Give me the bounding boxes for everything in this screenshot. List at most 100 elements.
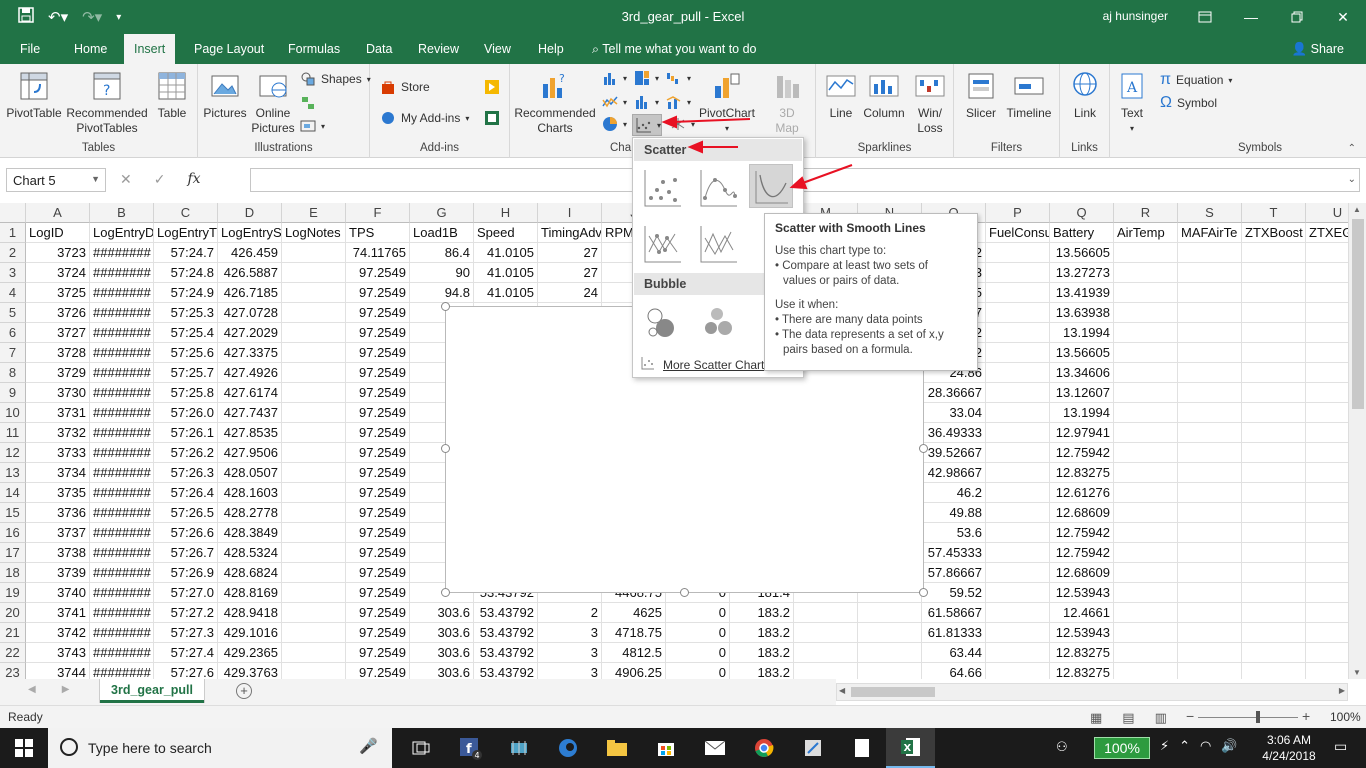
table-cell[interactable] — [794, 663, 858, 679]
table-cell[interactable] — [1242, 643, 1306, 663]
table-cell[interactable] — [1306, 603, 1348, 623]
table-cell[interactable] — [1242, 263, 1306, 283]
table-cell[interactable]: 12.75942 — [1050, 543, 1114, 563]
undo-icon[interactable]: ↶▾ — [48, 8, 68, 26]
scroll-left-icon[interactable]: ◀ — [839, 686, 845, 695]
table-cell[interactable]: 426.5887 — [218, 263, 282, 283]
save-icon[interactable] — [18, 7, 34, 27]
table-cell[interactable] — [1114, 283, 1178, 303]
table-cell[interactable] — [1114, 383, 1178, 403]
scatter-straight-lines-option[interactable] — [697, 222, 741, 266]
table-cell[interactable]: 61.58667 — [922, 603, 986, 623]
sparkline-column-button[interactable]: Column — [862, 70, 906, 121]
table-cell[interactable] — [282, 643, 346, 663]
table-cell[interactable]: 12.53943 — [1050, 583, 1114, 603]
collapse-ribbon-icon[interactable]: ⌃ — [1348, 143, 1356, 154]
column-header[interactable]: R — [1114, 203, 1178, 223]
table-cell[interactable] — [1306, 583, 1348, 603]
row-header[interactable]: 11 — [0, 423, 26, 443]
pictures-button[interactable]: Pictures — [202, 70, 248, 121]
name-box[interactable]: Chart 5 ▼ — [6, 168, 106, 192]
table-cell[interactable] — [1242, 283, 1306, 303]
table-cell[interactable]: 57:24.9 — [154, 283, 218, 303]
table-cell[interactable]: 12.53943 — [1050, 623, 1114, 643]
table-cell[interactable]: ######## — [90, 343, 154, 363]
user-name[interactable]: aj hunsinger — [1103, 9, 1168, 23]
table-cell[interactable]: 97.2549 — [346, 423, 410, 443]
table-cell[interactable] — [1306, 323, 1348, 343]
table-cell[interactable]: 27 — [538, 263, 602, 283]
table-cell[interactable]: 3727 — [26, 323, 90, 343]
table-cell[interactable] — [1114, 343, 1178, 363]
bubble-option[interactable] — [641, 300, 685, 344]
table-cell[interactable] — [986, 583, 1050, 603]
table-cell[interactable] — [1306, 423, 1348, 443]
row-header[interactable]: 3 — [0, 263, 26, 283]
table-cell[interactable] — [1306, 463, 1348, 483]
table-cell[interactable]: 57:26.1 — [154, 423, 218, 443]
table-cell[interactable] — [986, 243, 1050, 263]
table-cell[interactable] — [858, 663, 922, 679]
enter-icon[interactable]: ✓ — [154, 171, 166, 188]
table-cell[interactable] — [986, 483, 1050, 503]
table-cell[interactable] — [1178, 663, 1242, 679]
row-header[interactable]: 19 — [0, 583, 26, 603]
tab-review[interactable]: Review — [408, 34, 469, 64]
hierarchy-chart-button[interactable]: ▾ — [634, 70, 659, 86]
table-cell[interactable] — [1242, 303, 1306, 323]
table-cell[interactable] — [1114, 663, 1178, 679]
table-cell[interactable]: 428.8169 — [218, 583, 282, 603]
table-cell[interactable] — [282, 423, 346, 443]
system-clock[interactable]: 3:06 AM 4/24/2018 — [1254, 732, 1324, 764]
header-cell[interactable]: ZTXEG — [1306, 223, 1348, 243]
table-cell[interactable] — [1242, 603, 1306, 623]
table-cell[interactable]: 97.2549 — [346, 303, 410, 323]
symbol-button[interactable]: Ω Symbol — [1160, 94, 1217, 112]
zoom-slider-knob[interactable] — [1256, 711, 1260, 723]
taskbar-search-box[interactable]: Type here to search 🎤 — [48, 728, 392, 768]
table-cell[interactable] — [1178, 563, 1242, 583]
restore-icon[interactable] — [1274, 0, 1320, 34]
scatter-straight-markers-option[interactable] — [641, 222, 685, 266]
table-cell[interactable]: 57:26.4 — [154, 483, 218, 503]
column-header[interactable]: E — [282, 203, 346, 223]
table-cell[interactable] — [282, 483, 346, 503]
table-cell[interactable]: 97.2549 — [346, 483, 410, 503]
battery-indicator[interactable]: 100% — [1094, 737, 1150, 759]
bing-maps-button[interactable] — [484, 79, 500, 95]
table-cell[interactable]: 3728 — [26, 343, 90, 363]
table-cell[interactable]: 3743 — [26, 643, 90, 663]
table-cell[interactable]: 39.52667 — [922, 443, 986, 463]
row-header[interactable]: 17 — [0, 543, 26, 563]
header-cell[interactable]: TimingAdv — [538, 223, 602, 243]
table-cell[interactable] — [1306, 663, 1348, 679]
sparkline-winloss-button[interactable]: Win/ Loss — [912, 70, 948, 136]
column-header[interactable]: D — [218, 203, 282, 223]
table-cell[interactable]: 12.83275 — [1050, 663, 1114, 679]
surface-chart-button[interactable]: ▾ — [670, 116, 695, 132]
combo-chart-button[interactable]: ▾ — [666, 94, 691, 110]
tab-insert[interactable]: Insert — [124, 34, 176, 64]
table-cell[interactable]: 57:26.5 — [154, 503, 218, 523]
table-cell[interactable] — [1306, 303, 1348, 323]
table-cell[interactable]: ######## — [90, 583, 154, 603]
table-cell[interactable]: ######## — [90, 243, 154, 263]
table-cell[interactable] — [1178, 303, 1242, 323]
table-cell[interactable]: 53.43792 — [474, 643, 538, 663]
row-header[interactable]: 18 — [0, 563, 26, 583]
row-header[interactable]: 12 — [0, 443, 26, 463]
table-cell[interactable] — [282, 443, 346, 463]
table-cell[interactable]: 303.6 — [410, 623, 474, 643]
table-cell[interactable]: 13.56605 — [1050, 343, 1114, 363]
table-cell[interactable] — [1114, 403, 1178, 423]
table-cell[interactable] — [1114, 643, 1178, 663]
table-cell[interactable]: 3 — [538, 643, 602, 663]
table-cell[interactable] — [1178, 583, 1242, 603]
tab-view[interactable]: View — [474, 34, 521, 64]
table-cell[interactable]: 426.459 — [218, 243, 282, 263]
table-cell[interactable]: 97.2549 — [346, 283, 410, 303]
table-cell[interactable]: ######## — [90, 423, 154, 443]
table-cell[interactable] — [282, 243, 346, 263]
table-cell[interactable]: 61.81333 — [922, 623, 986, 643]
table-cell[interactable] — [1178, 403, 1242, 423]
